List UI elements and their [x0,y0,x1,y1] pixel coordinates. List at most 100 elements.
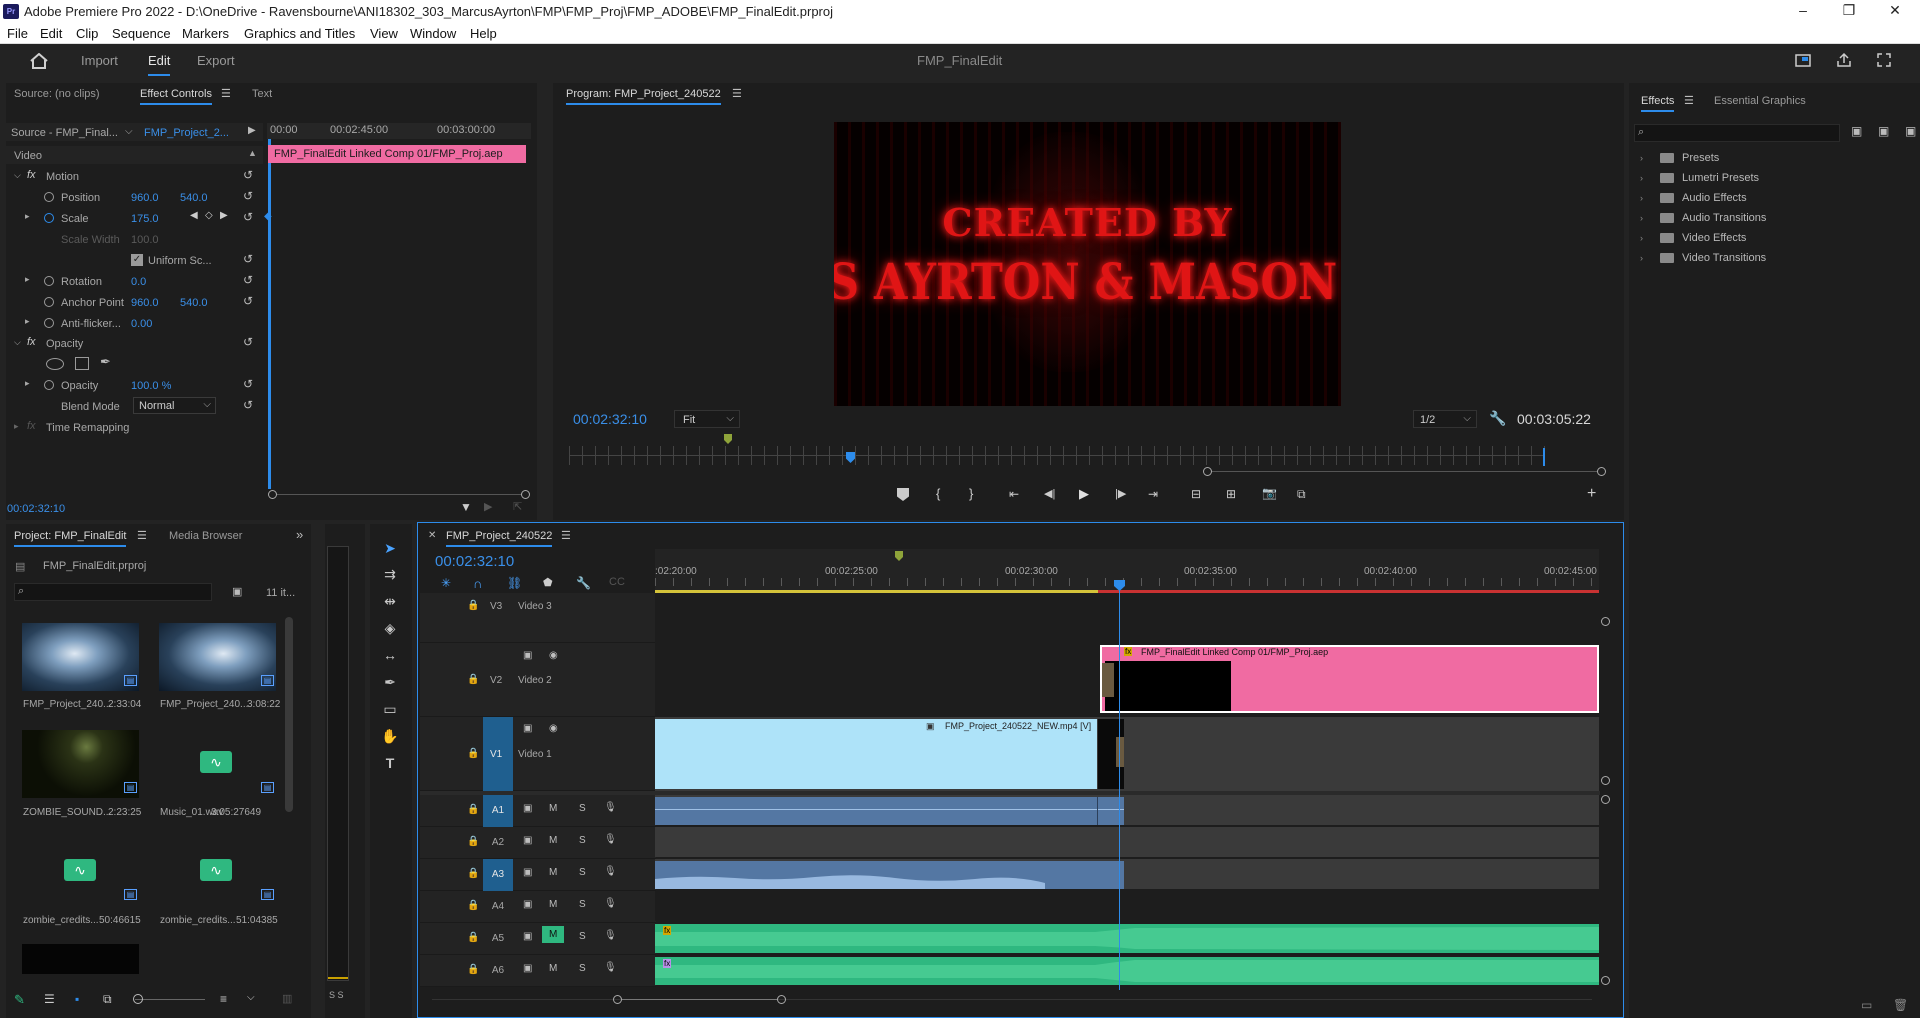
delete-icon[interactable]: 🗑 [1893,998,1908,1012]
lock-icon[interactable]: 🔒 [467,964,479,975]
yuv-effects-icon[interactable]: ▣ [1905,124,1916,138]
track-target-a3[interactable]: A3 [483,859,513,891]
lock-icon[interactable]: 🔒 [467,900,479,911]
lock-icon[interactable]: 🔒 [467,600,479,611]
mute-button[interactable]: M [542,926,565,943]
zoom-select[interactable]: Fit ⌵ [674,410,740,428]
mute-button[interactable]: M [549,803,557,814]
timeline-playhead[interactable] [1119,580,1120,990]
position-y-value[interactable]: 540.0 [180,192,208,204]
anchor-x-value[interactable]: 960.0 [131,297,159,309]
minimize-button[interactable]: – [1780,0,1826,23]
captions-icon[interactable]: CC [609,576,625,588]
automate-icon[interactable]: ▥ [282,992,292,1005]
freeform-view-icon[interactable]: ⧉ [103,992,112,1007]
prev-keyframe-icon[interactable]: ◀ [190,210,198,221]
track-target-a2[interactable]: A2 [483,827,513,859]
resolution-select[interactable]: 1/2 ⌵ [1413,410,1477,428]
chevron-down-icon[interactable]: ⌵ [125,126,133,137]
menu-graphics-titles[interactable]: Graphics and Titles [244,26,355,41]
track-select-tool-icon[interactable]: ⇉ [380,566,400,584]
zoom-handle[interactable] [1203,467,1212,476]
disclosure-closed-icon[interactable]: ▸ [25,378,30,389]
maximize-button[interactable]: ❐ [1826,0,1872,23]
lock-icon[interactable]: 🔒 [467,674,479,685]
menu-clip[interactable]: Clip [76,26,98,41]
step-forward-icon[interactable]: |▶ [1115,487,1126,500]
disclosure-closed-icon[interactable]: ▸ [25,211,30,222]
lift-icon[interactable]: ⊟ [1191,487,1201,501]
clip-v1-transition[interactable] [1098,719,1124,789]
go-to-out-icon[interactable]: ⇥ [1148,487,1158,501]
play-only-audio-icon[interactable]: ▶ [248,125,256,136]
scroll-handle[interactable] [1601,795,1610,804]
mark-in-icon[interactable]: { [936,486,940,501]
close-sequence-icon[interactable]: ✕ [428,530,436,541]
home-icon[interactable] [30,53,48,69]
slip-tool-icon[interactable]: ↔ [380,647,400,665]
lock-icon[interactable]: 🔒 [467,868,479,879]
track-target-a5[interactable]: A5 [483,923,513,955]
track-header-a1[interactable] [420,795,656,827]
tab-project[interactable]: Project: FMP_FinalEdit [14,530,127,547]
media-thumbnail[interactable] [159,623,276,691]
thumbnail-size-slider[interactable] [133,994,143,1004]
track-header-a2[interactable] [420,827,656,859]
menu-file[interactable]: File [7,26,28,41]
stopwatch-icon[interactable] [44,192,54,202]
collapse-up-icon[interactable]: ▲ [248,148,257,158]
linked-selection-icon[interactable]: ⛓ [507,576,522,590]
microphone-icon[interactable]: 🎙 [604,930,617,941]
add-keyframe-icon[interactable]: ◇ [205,210,213,221]
type-tool-icon[interactable]: T [380,755,400,773]
clip-a6-audio[interactable]: fx [655,957,1599,985]
next-keyframe-icon[interactable]: ▶ [220,210,228,221]
step-back-icon[interactable]: ◀| [1044,487,1055,500]
solo-meter-buttons[interactable]: S S [329,990,344,1000]
track-target-a6[interactable]: A6 [483,955,513,987]
project-scrollbar[interactable] [285,617,293,812]
fx-icon[interactable]: fx [27,336,36,348]
track-lane-a4[interactable] [655,891,1599,921]
extract-icon[interactable]: ⊞ [1226,487,1236,501]
close-button[interactable]: ✕ [1872,0,1918,23]
media-thumbnail[interactable] [22,944,139,974]
track-header-a3[interactable] [420,859,656,891]
compare-icon[interactable]: ⧉ [1297,487,1306,502]
expand-panels-icon[interactable]: » [296,527,303,542]
track-target-a4[interactable]: A4 [483,891,513,923]
solo-button[interactable]: S [579,899,586,910]
track-lane-a2[interactable] [655,827,1599,857]
disclosure-open-icon[interactable]: ⌵ [14,170,21,181]
zoom-handle[interactable] [1597,467,1606,476]
rectangle-tool-icon[interactable]: ▭ [380,701,400,719]
pencil-icon[interactable]: ✎ [14,992,25,1008]
reset-icon[interactable]: ↺ [243,335,253,349]
panel-menu-icon[interactable]: ☰ [137,529,147,542]
sort-icon[interactable]: ≡ [220,992,227,1006]
scroll-handle[interactable] [1601,617,1610,626]
disclosure-closed-icon[interactable]: ▸ [25,316,30,327]
opacity-value[interactable]: 100.0 % [131,380,171,392]
mute-button[interactable]: M [549,835,557,846]
position-x-value[interactable]: 960.0 [131,192,159,204]
solo-button[interactable]: S [579,931,586,942]
reset-icon[interactable]: ↺ [243,252,253,266]
tab-import[interactable]: Import [81,53,118,68]
fx-icon[interactable]: fx [27,169,36,181]
sync-lock-icon[interactable]: ▣ [523,803,532,814]
effects-folder-audio-transitions[interactable]: › Audio Transitions [1640,212,1766,224]
project-search-input[interactable]: ⌕ [14,583,212,601]
list-view-icon[interactable]: ☰ [44,992,55,1006]
program-monitor-title[interactable]: Program: FMP_Project_240522 [566,88,721,105]
tab-sequence[interactable]: FMP_Project_240522 [446,530,553,547]
add-button-icon[interactable]: + [1587,485,1596,503]
play-icon[interactable]: ▶ [484,500,492,513]
scroll-handle[interactable] [1601,776,1610,785]
panel-menu-icon[interactable]: ☰ [732,87,742,100]
stopwatch-active-icon[interactable] [44,213,54,223]
nest-icon[interactable]: ✳ [441,576,451,590]
scroll-handle[interactable] [521,490,530,499]
mute-button[interactable]: M [549,963,557,974]
menu-markers[interactable]: Markers [182,26,229,41]
